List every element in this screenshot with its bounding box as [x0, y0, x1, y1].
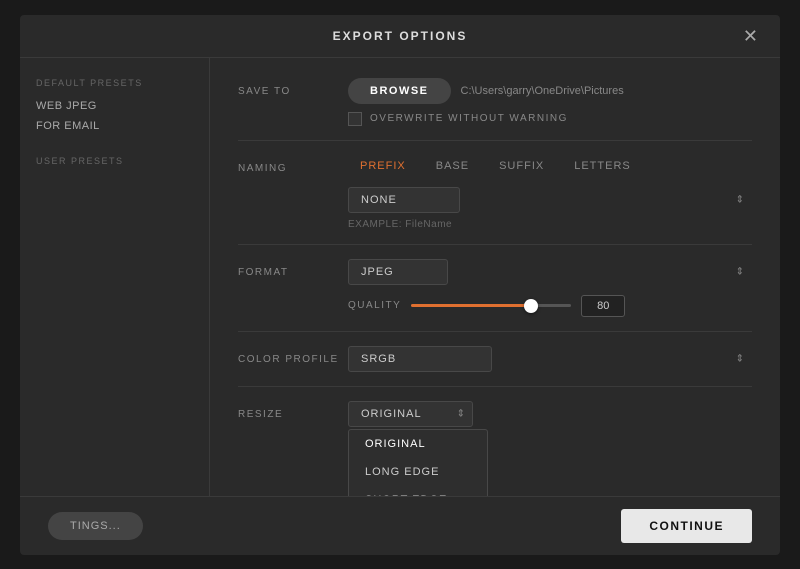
naming-select-wrapper: NONE DATE SEQUENCE CUSTOM ⇕ [348, 187, 752, 213]
format-row: FORMAT JPEG PNG TIFF DNG ⇕ QUALITY [238, 259, 752, 317]
sidebar-item-for-email[interactable]: FOR EMAIL [36, 116, 193, 136]
quality-thumb [524, 299, 538, 313]
color-profile-arrow: ⇕ [736, 353, 744, 364]
quality-row: QUALITY [348, 295, 752, 317]
sidebar-item-web-jpeg[interactable]: WEB JPEG [36, 96, 193, 116]
color-profile-label: COLOR PROFILE [238, 346, 348, 365]
dialog-footer: TINGS... CONTINUE [20, 496, 780, 555]
sidebar: DEFAULT PRESETS WEB JPEG FOR EMAIL USER … [20, 58, 210, 496]
save-path: C:\Users\garry\OneDrive\Pictures [461, 85, 624, 97]
resize-dropdown: ORIGINAL LONG EDGE SHORT EDGE DIMENSIONS [348, 429, 488, 496]
overwrite-row: OVERWRITE WITHOUT WARNING [348, 112, 752, 126]
format-select[interactable]: JPEG PNG TIFF DNG [348, 259, 448, 285]
resize-select[interactable]: ORIGINAL LONG EDGE SHORT EDGE DIMENSIONS [348, 401, 473, 427]
resize-label: RESIZE [238, 401, 348, 420]
quality-value[interactable] [581, 295, 625, 317]
save-to-label: SAVE TO [238, 78, 348, 97]
divider-2 [238, 244, 752, 245]
dropdown-item-short-edge[interactable]: SHORT EDGE [349, 486, 487, 496]
browse-row: BROWSE C:\Users\garry\OneDrive\Pictures [348, 78, 752, 104]
color-profile-controls: sRGB Adobe RGB ProPhoto RGB ⇕ [348, 346, 752, 372]
naming-label: NAMING [238, 155, 348, 174]
format-select-arrow: ⇕ [736, 266, 744, 277]
settings-button[interactable]: TINGS... [48, 512, 143, 540]
color-profile-row: COLOR PROFILE sRGB Adobe RGB ProPhoto RG… [238, 346, 752, 372]
naming-controls: PREFIX BASE SUFFIX LETTERS NONE DATE SEQ… [348, 155, 752, 230]
user-presets-label: USER PRESETS [36, 156, 193, 166]
naming-tabs: PREFIX BASE SUFFIX LETTERS [348, 155, 752, 177]
close-button[interactable]: ✕ [737, 25, 764, 47]
divider-4 [238, 386, 752, 387]
dialog-body: DEFAULT PRESETS WEB JPEG FOR EMAIL USER … [20, 58, 780, 496]
resize-controls: ORIGINAL LONG EDGE SHORT EDGE DIMENSIONS… [348, 401, 752, 427]
naming-select[interactable]: NONE DATE SEQUENCE CUSTOM [348, 187, 460, 213]
export-options-dialog: EXPORT OPTIONS ✕ DEFAULT PRESETS WEB JPE… [20, 15, 780, 555]
tab-suffix[interactable]: SUFFIX [487, 155, 556, 177]
dropdown-item-long-edge[interactable]: LONG EDGE [349, 458, 487, 486]
tab-base[interactable]: BASE [424, 155, 481, 177]
divider-3 [238, 331, 752, 332]
naming-example: EXAMPLE: FileName [348, 219, 752, 230]
resize-select-wrapper: ORIGINAL LONG EDGE SHORT EDGE DIMENSIONS… [348, 401, 473, 427]
color-profile-select[interactable]: sRGB Adobe RGB ProPhoto RGB [348, 346, 492, 372]
dialog-header: EXPORT OPTIONS ✕ [20, 15, 780, 58]
tab-letters[interactable]: LETTERS [562, 155, 643, 177]
user-presets-section: USER PRESETS [36, 156, 193, 166]
overwrite-checkbox[interactable] [348, 112, 362, 126]
dropdown-item-original[interactable]: ORIGINAL [349, 430, 487, 458]
main-content: SAVE TO BROWSE C:\Users\garry\OneDrive\P… [210, 58, 780, 496]
continue-button[interactable]: CONTINUE [621, 509, 752, 543]
overwrite-label: OVERWRITE WITHOUT WARNING [370, 113, 568, 124]
divider-1 [238, 140, 752, 141]
dialog-title: EXPORT OPTIONS [333, 29, 468, 43]
format-label: FORMAT [238, 259, 348, 278]
save-to-row: SAVE TO BROWSE C:\Users\garry\OneDrive\P… [238, 78, 752, 126]
default-presets-label: DEFAULT PRESETS [36, 78, 193, 88]
resize-select-row: ORIGINAL LONG EDGE SHORT EDGE DIMENSIONS… [348, 401, 752, 427]
format-select-wrapper: JPEG PNG TIFF DNG ⇕ [348, 259, 752, 285]
default-presets-section: DEFAULT PRESETS WEB JPEG FOR EMAIL [36, 78, 193, 136]
naming-select-arrow: ⇕ [736, 194, 744, 205]
quality-label: QUALITY [348, 300, 401, 311]
color-profile-select-wrapper: sRGB Adobe RGB ProPhoto RGB ⇕ [348, 346, 752, 372]
naming-row: NAMING PREFIX BASE SUFFIX LETTERS NONE D… [238, 155, 752, 230]
save-to-controls: BROWSE C:\Users\garry\OneDrive\Pictures … [348, 78, 752, 126]
resize-row: RESIZE ORIGINAL LONG EDGE SHORT EDGE DIM… [238, 401, 752, 427]
tab-prefix[interactable]: PREFIX [348, 155, 418, 177]
format-controls: JPEG PNG TIFF DNG ⇕ QUALITY [348, 259, 752, 317]
browse-button[interactable]: BROWSE [348, 78, 451, 104]
quality-slider[interactable] [411, 304, 571, 307]
